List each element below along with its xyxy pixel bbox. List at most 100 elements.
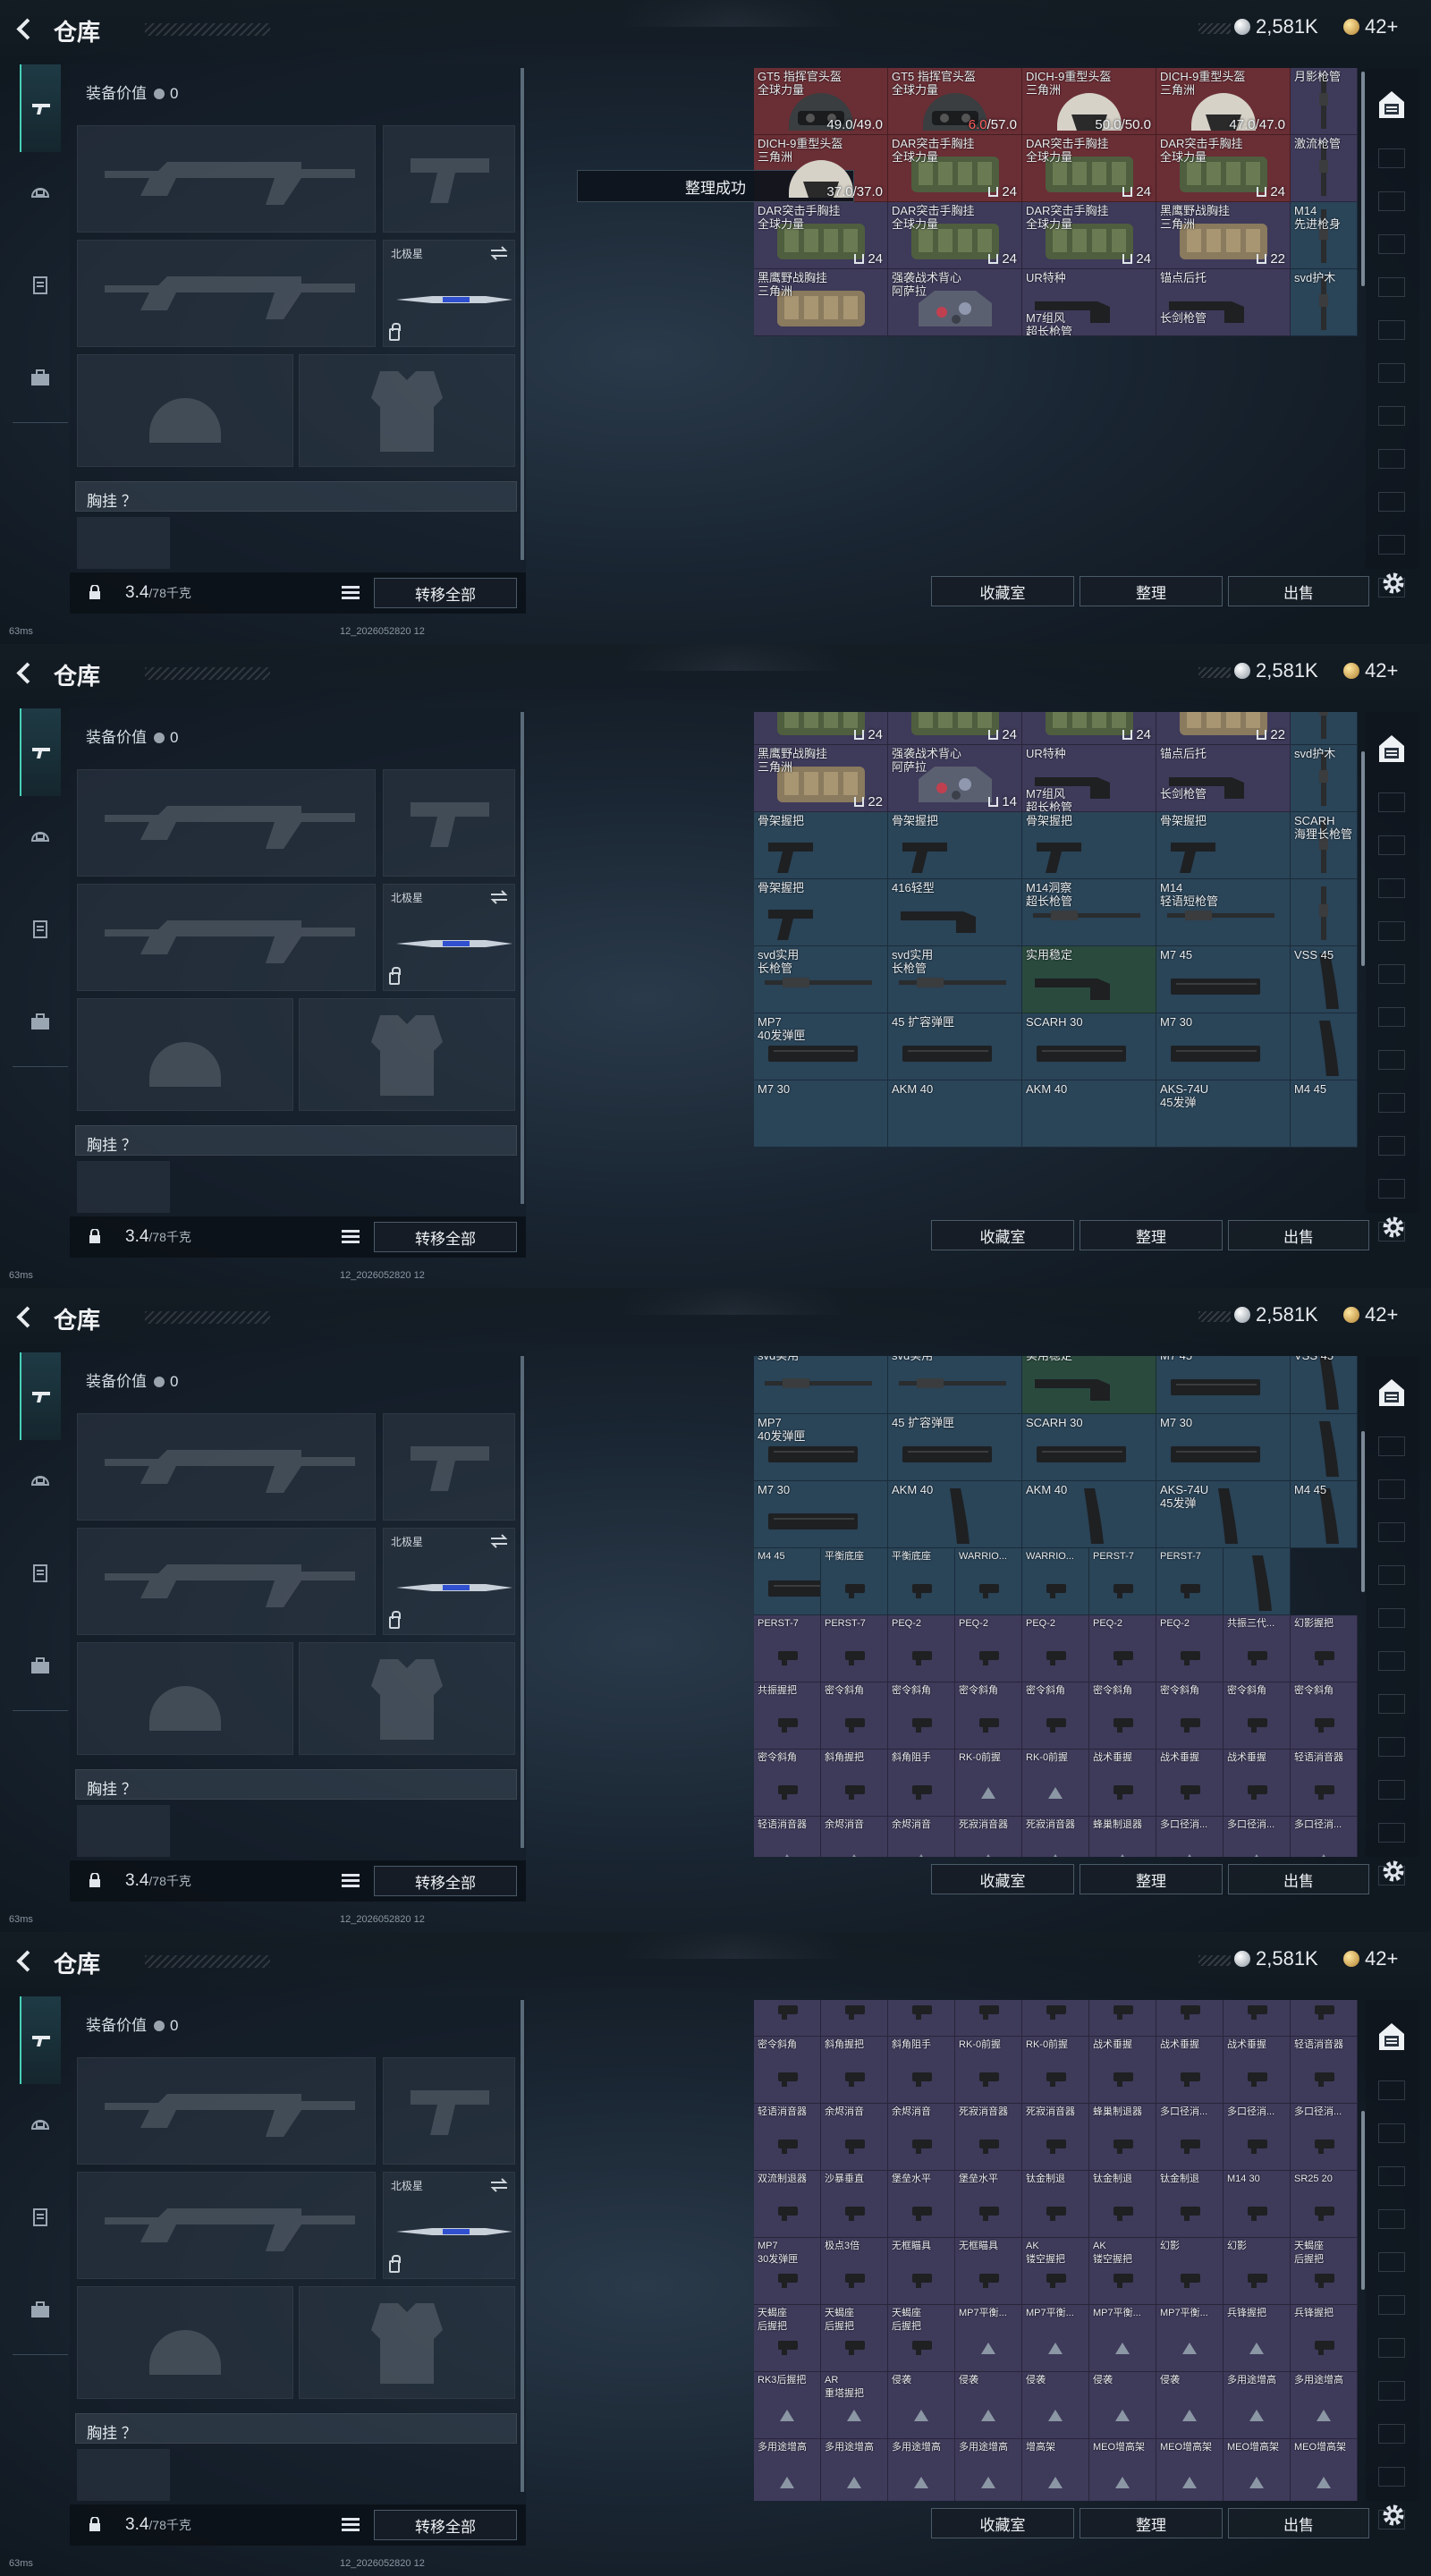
- inventory-cell[interactable]: M7 30: [1156, 1013, 1291, 1080]
- inventory-cell[interactable]: UR特种 M7组风 超长枪管: [1022, 745, 1156, 812]
- settings-gear-icon[interactable]: [1379, 1857, 1408, 1885]
- inventory-cell[interactable]: SCARH 海狸长枪管: [1291, 812, 1358, 879]
- inventory-cell[interactable]: DAR突击手胸挂 全球力量 24: [888, 135, 1022, 202]
- inventory-cell[interactable]: 天蝎座 后握把: [1291, 2238, 1358, 2305]
- warehouse-home-icon[interactable]: [1377, 2021, 1406, 2052]
- inventory-cell[interactable]: AKS-74U 45发弹: [1156, 1080, 1291, 1148]
- armor-slot[interactable]: [299, 1642, 515, 1755]
- nav-vest[interactable]: [20, 1553, 61, 1594]
- inventory-cell[interactable]: 共振握把: [754, 1682, 821, 1750]
- inventory-cell[interactable]: 天蝎座 后握把: [888, 2305, 955, 2372]
- inventory-cell[interactable]: 黑鹰野战胸挂 三角洲: [754, 269, 888, 336]
- sidebar-slot-icon[interactable]: [1378, 964, 1405, 984]
- inventory-cell[interactable]: M14洞察 超长枪管: [1022, 879, 1156, 946]
- sidebar-slot-icon[interactable]: [1378, 2252, 1405, 2272]
- sidebar-slot-icon[interactable]: [1378, 1179, 1405, 1199]
- sidebar-slot-icon[interactable]: [1378, 1522, 1405, 1542]
- inventory-cell[interactable]: 余烬消音: [888, 1817, 955, 1857]
- inventory-cell[interactable]: PEQ-2: [1089, 1615, 1156, 1682]
- loadout-scrollbar[interactable]: [521, 68, 524, 560]
- inventory-cell[interactable]: 24: [1022, 712, 1156, 745]
- inventory-cell[interactable]: M7 45: [1156, 1356, 1291, 1414]
- inventory-cell[interactable]: GT5 指挥官头盔 全球力量 49.0/49.0: [754, 68, 888, 135]
- inventory-cell[interactable]: MEO增高架: [1089, 2439, 1156, 2501]
- inventory-cell[interactable]: GT5 指挥官头盔 全球力量 6.0/57.0: [888, 68, 1022, 135]
- nav-vest[interactable]: [20, 2197, 61, 2238]
- inventory-cell[interactable]: 天蝎座 后握把: [821, 2305, 888, 2372]
- inventory-cell[interactable]: SR25 20: [1291, 2171, 1358, 2238]
- armor-slot[interactable]: [299, 2286, 515, 2399]
- inventory-cell[interactable]: 多用途增高: [1224, 2372, 1291, 2439]
- inventory-cell[interactable]: AKM 40: [1022, 1481, 1156, 1548]
- inventory-cell[interactable]: 战术垂握: [1089, 2037, 1156, 2104]
- inventory-cell[interactable]: 兵锋握把: [1224, 2305, 1291, 2372]
- inventory-cell[interactable]: DICH-9重型头盔 三角洲 47.0/47.0: [1156, 68, 1291, 135]
- inventory-cell[interactable]: MP7 40发弹匣: [754, 1013, 888, 1080]
- inventory-cell[interactable]: AKM 40: [888, 1481, 1022, 1548]
- sidebar-slot-icon[interactable]: [1378, 2424, 1405, 2444]
- inventory-cell[interactable]: 余烬消音: [821, 2104, 888, 2171]
- inventory-cell[interactable]: MP7平衡...: [1156, 2305, 1224, 2372]
- inventory-cell[interactable]: 多用途增高: [1291, 2372, 1358, 2439]
- sidebar-slot-icon[interactable]: [1378, 2080, 1405, 2100]
- inventory-cell[interactable]: 沙暴垂直: [821, 2171, 888, 2238]
- inventory-cell[interactable]: [1022, 2000, 1089, 2037]
- inventory-cell[interactable]: 月影枪管: [1291, 68, 1358, 135]
- loadout-scrollbar[interactable]: [521, 1356, 524, 1848]
- settings-gear-icon[interactable]: [1379, 1213, 1408, 1241]
- inventory-cell[interactable]: 24: [754, 712, 888, 745]
- inventory-cell[interactable]: 钛金制退: [1089, 2171, 1156, 2238]
- inventory-cell[interactable]: DICH-9重型头盔 三角洲 50.0/50.0: [1022, 68, 1156, 135]
- primary-weapon-slot[interactable]: [77, 125, 376, 233]
- sidebar-slot-icon[interactable]: [1378, 1093, 1405, 1113]
- inventory-cell[interactable]: 幻影: [1224, 2238, 1291, 2305]
- inventory-cell[interactable]: 多口径消...: [1156, 2104, 1224, 2171]
- nav-weapons[interactable]: [20, 1352, 61, 1440]
- inventory-cell[interactable]: AKM 40: [1022, 1080, 1156, 1148]
- inventory-cell[interactable]: 余烬消音: [888, 2104, 955, 2171]
- inventory-cell[interactable]: 堡垒水平: [888, 2171, 955, 2238]
- transfer-all-button[interactable]: 转移全部: [374, 1222, 517, 1252]
- nav-vest[interactable]: [20, 909, 61, 950]
- storage-scrollbar[interactable]: [1361, 1431, 1365, 1592]
- transfer-all-button[interactable]: 转移全部: [374, 578, 517, 608]
- inventory-cell[interactable]: 多用途增高: [955, 2439, 1022, 2501]
- inventory-cell[interactable]: svd实用 长枪管: [888, 946, 1022, 1013]
- inventory-cell[interactable]: 侵袭: [1089, 2372, 1156, 2439]
- inventory-cell[interactable]: 强袭战术背心 阿萨拉: [888, 269, 1022, 336]
- inventory-cell[interactable]: 密令斜角: [888, 1682, 955, 1750]
- list-icon[interactable]: [342, 2518, 360, 2532]
- inventory-cell[interactable]: [955, 2000, 1022, 2037]
- inventory-cell[interactable]: 多用途增高: [754, 2439, 821, 2501]
- inventory-cell[interactable]: 死寂消音器: [955, 1817, 1022, 1857]
- inventory-cell[interactable]: M14 轻语短枪管: [1156, 879, 1291, 946]
- nav-weapons[interactable]: [20, 1996, 61, 2084]
- secondary-weapon-slot[interactable]: [77, 884, 376, 991]
- inventory-cell[interactable]: 密令斜角: [754, 2037, 821, 2104]
- sidebar-slot-icon[interactable]: [1378, 1007, 1405, 1027]
- inventory-cell[interactable]: [888, 2000, 955, 2037]
- inventory-cell[interactable]: DAR突击手胸挂 全球力量 24: [1156, 135, 1291, 202]
- inventory-cell[interactable]: 22: [1156, 712, 1291, 745]
- melee-slot[interactable]: 北极星: [383, 240, 515, 347]
- inventory-cell[interactable]: 兵锋握把: [1291, 2305, 1358, 2372]
- primary-weapon-slot[interactable]: [77, 2057, 376, 2165]
- nav-vest[interactable]: [20, 265, 61, 306]
- sidebar-slot-icon[interactable]: [1378, 921, 1405, 941]
- inventory-cell[interactable]: 骨架握把: [1156, 812, 1291, 879]
- inventory-cell[interactable]: [1291, 2000, 1358, 2037]
- inventory-cell[interactable]: [1291, 1414, 1358, 1481]
- transfer-all-button[interactable]: 转移全部: [374, 1866, 517, 1896]
- sidebar-slot-icon[interactable]: [1378, 277, 1405, 297]
- inventory-cell[interactable]: [1224, 1548, 1291, 1615]
- inventory-cell[interactable]: M14 30: [1224, 2171, 1291, 2238]
- sidebar-slot-icon[interactable]: [1378, 2166, 1405, 2186]
- inventory-cell[interactable]: [821, 2000, 888, 2037]
- inventory-cell[interactable]: 骨架握把: [1022, 812, 1156, 879]
- armor-slot[interactable]: [299, 354, 515, 467]
- inventory-cell[interactable]: UR特种 M7组风 超长枪管: [1022, 269, 1156, 336]
- inventory-cell[interactable]: [1089, 2000, 1156, 2037]
- inventory-cell[interactable]: AKS-74U 45发弹: [1156, 1481, 1291, 1548]
- inventory-cell[interactable]: VSS 45: [1291, 1356, 1358, 1414]
- inventory-cell[interactable]: 45 扩容弹匣: [888, 1013, 1022, 1080]
